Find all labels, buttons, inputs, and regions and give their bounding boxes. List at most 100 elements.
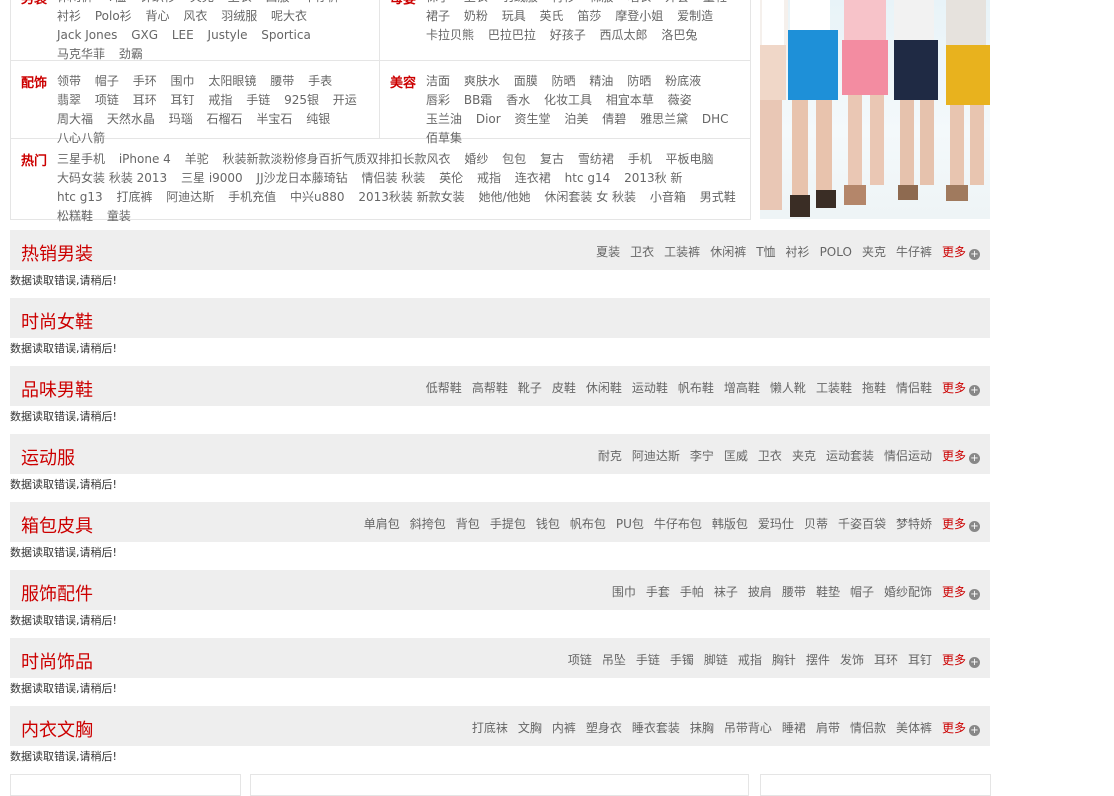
section-tag-link[interactable]: 帆布包	[570, 517, 606, 531]
category-link[interactable]: 相宜本草	[606, 93, 654, 107]
section-tag-link[interactable]: 拖鞋	[862, 381, 886, 395]
category-link[interactable]: 松糕鞋	[57, 209, 93, 223]
category-link[interactable]: 呢大衣	[271, 9, 307, 23]
category-link[interactable]: 领带	[57, 74, 81, 88]
category-link[interactable]: Sportica	[261, 28, 311, 42]
section-tag-link[interactable]: 夹克	[862, 245, 886, 259]
section-tag-link[interactable]: 手套	[646, 585, 670, 599]
category-title[interactable]: 男装	[21, 0, 47, 7]
category-link[interactable]: 爱制造	[677, 9, 713, 23]
category-title[interactable]: 配饰	[21, 72, 47, 91]
category-link[interactable]: 防晒	[552, 74, 576, 88]
category-link[interactable]: 八心八箭	[57, 131, 105, 145]
section-tag-link[interactable]: 低帮鞋	[426, 381, 462, 395]
category-link[interactable]: 玉兰油	[426, 112, 462, 126]
section-tag-link[interactable]: 戒指	[738, 653, 762, 667]
category-link[interactable]: 化妆工具	[544, 93, 592, 107]
section-tag-link[interactable]: 情侣鞋	[896, 381, 932, 395]
section-tag-link[interactable]: 摆件	[806, 653, 830, 667]
more-link[interactable]: 更多 +	[942, 245, 980, 260]
category-link[interactable]: 天然水晶	[107, 112, 155, 126]
section-tag-link[interactable]: 工装鞋	[816, 381, 852, 395]
category-link[interactable]: 阿迪达斯	[166, 190, 214, 204]
category-link[interactable]: 耳环	[133, 93, 157, 107]
section-tag-link[interactable]: 牛仔裤	[896, 245, 932, 259]
section-tag-link[interactable]: 发饰	[840, 653, 864, 667]
section-tag-link[interactable]: 手提包	[490, 517, 526, 531]
section-tag-link[interactable]: 耳钉	[908, 653, 932, 667]
category-link[interactable]: 雪纺裙	[578, 152, 614, 166]
category-link[interactable]: 羊驼	[185, 152, 209, 166]
category-link[interactable]: htc g13	[57, 190, 103, 204]
category-link[interactable]: 雅思兰黛	[640, 112, 688, 126]
section-tag-link[interactable]: 卫衣	[630, 245, 654, 259]
category-link[interactable]: 夹克	[190, 0, 214, 4]
category-link[interactable]: 爽肤水	[464, 74, 500, 88]
section-tag-link[interactable]: 塑身衣	[586, 721, 622, 735]
category-link[interactable]: 裙子	[426, 9, 450, 23]
category-title[interactable]: 热门	[21, 150, 47, 169]
category-link[interactable]: 好孩子	[550, 28, 586, 42]
category-link[interactable]: 石榴石	[207, 112, 243, 126]
section-tag-link[interactable]: 高帮鞋	[472, 381, 508, 395]
category-link[interactable]: 手机	[628, 152, 652, 166]
category-link[interactable]: 牛仔裤	[303, 0, 339, 4]
category-link[interactable]: 开运	[333, 93, 357, 107]
category-link[interactable]: 背心	[146, 9, 170, 23]
section-title[interactable]: 内衣文胸	[21, 716, 93, 742]
category-link[interactable]: 西服	[266, 0, 290, 4]
section-tag-link[interactable]: PU包	[616, 517, 644, 531]
category-link[interactable]: 情侣装 秋装	[361, 171, 425, 185]
category-link[interactable]: 笛莎	[577, 9, 601, 23]
category-link[interactable]: 童装	[107, 209, 131, 223]
category-link[interactable]: Dior	[476, 112, 501, 126]
category-link[interactable]: 卡拉贝熊	[426, 28, 474, 42]
category-link[interactable]: 摩登小姐	[615, 9, 663, 23]
section-tag-link[interactable]: 千姿百袋	[838, 517, 886, 531]
section-tag-link[interactable]: 睡裙	[782, 721, 806, 735]
section-title[interactable]: 热销男装	[21, 240, 93, 266]
category-link[interactable]: 三星手机	[57, 152, 105, 166]
more-link[interactable]: 更多 +	[942, 585, 980, 600]
section-tag-link[interactable]: 婚纱配饰	[884, 585, 932, 599]
category-link[interactable]: 复古	[540, 152, 564, 166]
section-tag-link[interactable]: 情侣运动	[884, 449, 932, 463]
section-tag-link[interactable]: 李宁	[690, 449, 714, 463]
section-tag-link[interactable]: 夏装	[596, 245, 620, 259]
section-tag-link[interactable]: 肩带	[816, 721, 840, 735]
category-link[interactable]: 925银	[284, 93, 319, 107]
section-tag-link[interactable]: 爱玛仕	[758, 517, 794, 531]
category-link[interactable]: 玛瑙	[169, 112, 193, 126]
category-link[interactable]: 卫衣	[228, 0, 252, 4]
promo-banner[interactable]	[760, 0, 990, 219]
section-tag-link[interactable]: 斜挎包	[410, 517, 446, 531]
category-link[interactable]: 防晒	[627, 74, 651, 88]
section-tag-link[interactable]: 耳环	[874, 653, 898, 667]
section-title[interactable]: 箱包皮具	[21, 512, 93, 538]
category-link[interactable]: 纯银	[306, 112, 330, 126]
category-link[interactable]: 奶粉	[464, 9, 488, 23]
section-tag-link[interactable]: 单肩包	[364, 517, 400, 531]
category-link[interactable]: 棉服	[589, 0, 613, 4]
category-link[interactable]: 秋装新款淡粉修身百折气质双排扣长款风衣	[222, 152, 450, 166]
section-tag-link[interactable]: 梦特娇	[896, 517, 932, 531]
category-link[interactable]: 羽绒服	[502, 0, 538, 4]
section-tag-link[interactable]: 打底袜	[472, 721, 508, 735]
more-link[interactable]: 更多 +	[942, 721, 980, 736]
category-link[interactable]: 洁面	[426, 74, 450, 88]
category-link[interactable]: 西瓜太郎	[600, 28, 648, 42]
section-tag-link[interactable]: 内裤	[552, 721, 576, 735]
category-link[interactable]: 休闲套装 女 秋装	[544, 190, 636, 204]
category-link[interactable]: Polo衫	[95, 9, 132, 23]
category-link[interactable]: 连衣裙	[515, 171, 551, 185]
category-link[interactable]: DHC	[702, 112, 729, 126]
category-link[interactable]: 衬衫	[57, 9, 81, 23]
category-link[interactable]: 2013秋装 新款女装	[358, 190, 464, 204]
section-tag-link[interactable]: 韩版包	[712, 517, 748, 531]
category-link[interactable]: 小音箱	[650, 190, 686, 204]
section-tag-link[interactable]: 耐克	[598, 449, 622, 463]
section-tag-link[interactable]: 工装裤	[664, 245, 700, 259]
category-link[interactable]: 粉底液	[665, 74, 701, 88]
section-tag-link[interactable]: 阿迪达斯	[632, 449, 680, 463]
category-link[interactable]: iPhone 4	[119, 152, 171, 166]
